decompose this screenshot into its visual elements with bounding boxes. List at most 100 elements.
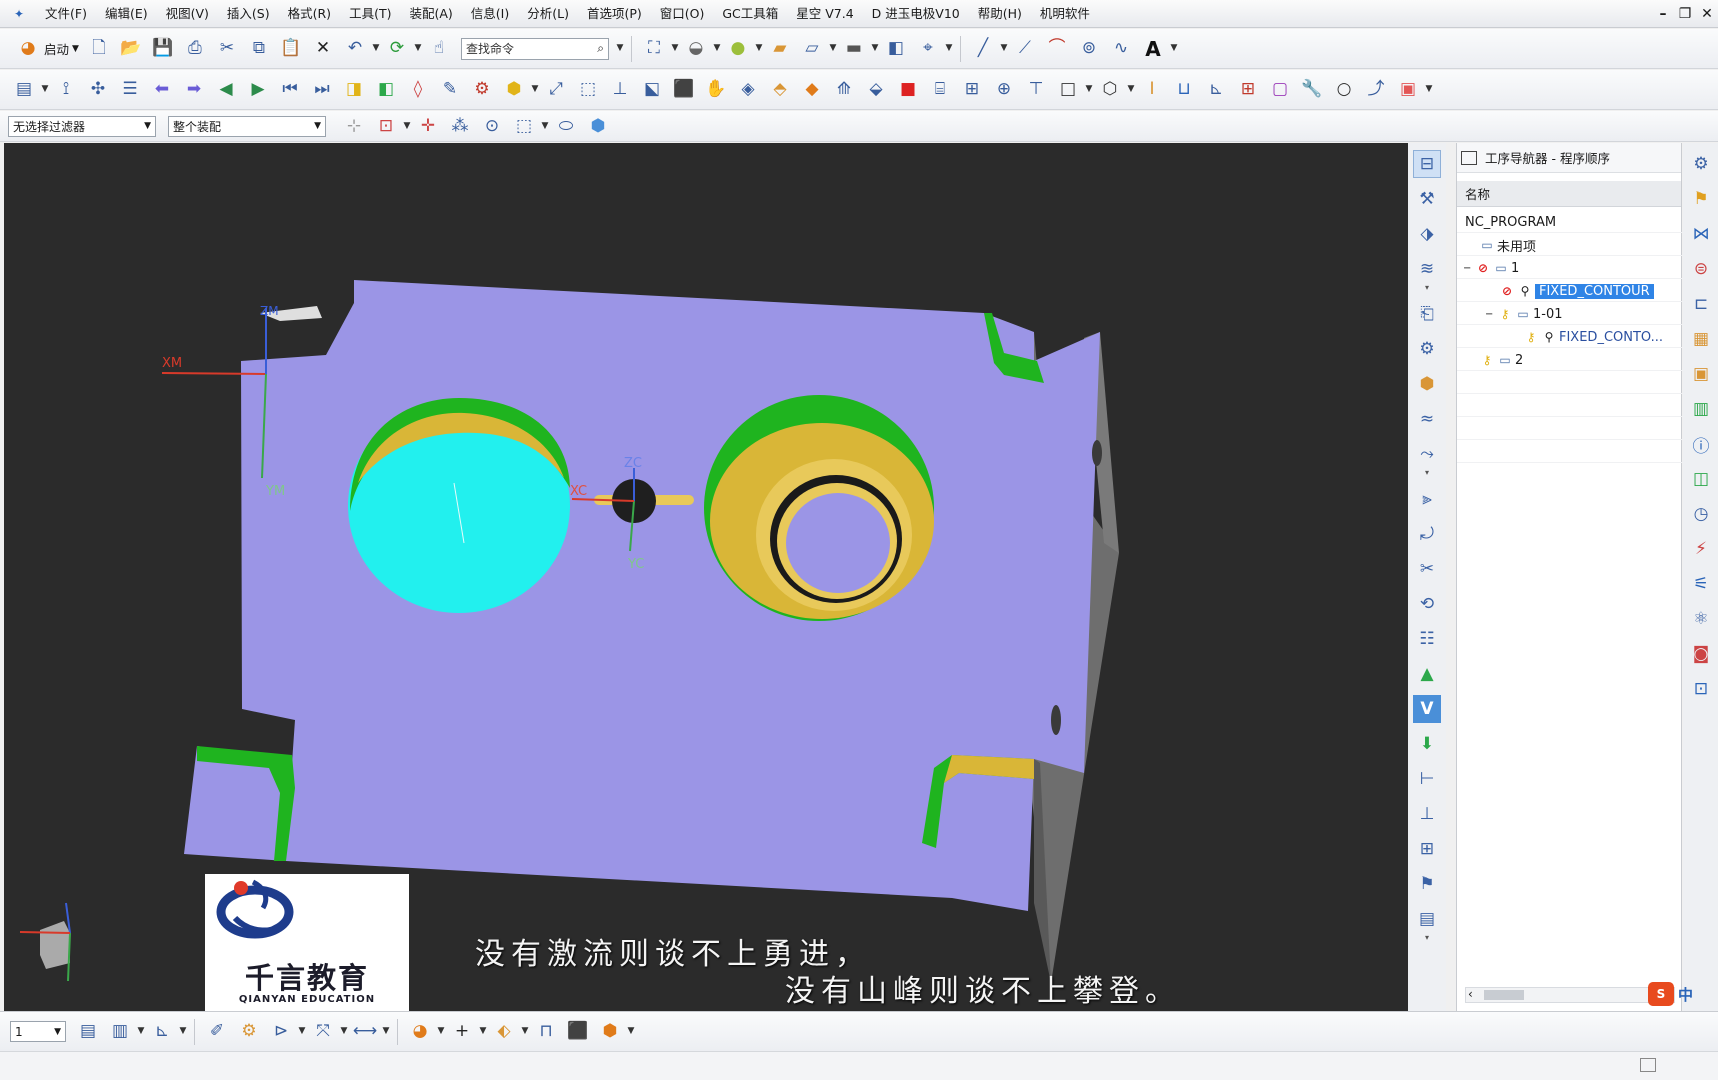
operation-navigator-tab-icon[interactable]: ⊟ xyxy=(1413,150,1441,178)
layout-icon[interactable]: ⊡ xyxy=(1687,675,1715,703)
clock-icon[interactable]: ◷ xyxy=(1687,500,1715,528)
box-select-dropdown-icon[interactable]: ▼ xyxy=(540,112,550,140)
cut-icon[interactable]: ✂ xyxy=(213,35,241,63)
snap-point-icon[interactable]: ⊹ xyxy=(340,112,368,140)
stack-icon[interactable]: ⬖ xyxy=(490,1018,518,1046)
basic-line-icon[interactable]: ⟋ xyxy=(1011,35,1039,63)
line-icon[interactable]: ╱ xyxy=(969,35,997,63)
select-type-icon[interactable]: ⊡ xyxy=(372,112,400,140)
move-to-first-icon[interactable]: ⏮ xyxy=(276,76,304,104)
more-dropdown-icon[interactable]: ▼ xyxy=(1424,76,1434,104)
process-studio-icon[interactable]: ⚛ xyxy=(1687,605,1715,633)
tree-node-program-2[interactable]: ⚷ ▭ 2 xyxy=(1479,349,1524,371)
history-icon[interactable]: ▥ xyxy=(1687,395,1715,423)
render-dropdown-icon[interactable]: ▼ xyxy=(712,35,722,63)
sphere-dropdown-icon[interactable]: ▼ xyxy=(754,35,764,63)
save-icon[interactable]: 💾 xyxy=(149,35,177,63)
wcs-dropdown-icon[interactable]: ▼ xyxy=(178,1018,188,1046)
graphics-viewport[interactable]: XM ZM YM ZC XC YC 千言教育 QIANYAN EDUCATION… xyxy=(4,143,1408,1011)
program-list-icon[interactable]: ☰ xyxy=(116,76,144,104)
surface-icon[interactable]: ⬘ xyxy=(766,76,794,104)
wcs-dynamic-icon[interactable]: ⊾ xyxy=(148,1018,176,1046)
move-select-icon[interactable]: ✛ xyxy=(414,112,442,140)
polygon-icon[interactable]: ⬡ xyxy=(1096,76,1124,104)
search-icon[interactable]: ⌕ xyxy=(597,41,604,56)
ruler-dropdown-icon[interactable]: ▼ xyxy=(381,1018,391,1046)
tree-node-unused[interactable]: ▭ 未用项 xyxy=(1479,234,1536,256)
sogou-ime-icon[interactable]: S xyxy=(1648,982,1674,1006)
copy-icon[interactable]: ⧉ xyxy=(245,35,273,63)
menu-edit[interactable]: 编辑(E) xyxy=(96,0,157,28)
fit-view-icon[interactable]: ⛶ xyxy=(640,35,668,63)
csys-dropdown-icon[interactable]: ▼ xyxy=(944,35,954,63)
extrude-icon[interactable]: ⊥ xyxy=(606,76,634,104)
shaded-sphere-icon[interactable]: ● xyxy=(724,35,752,63)
unite-icon[interactable]: ⊕ xyxy=(990,76,1018,104)
mcs-icon[interactable]: ⟟ xyxy=(52,76,80,104)
create-tool-icon[interactable]: ⚙ xyxy=(1413,335,1441,363)
scale-icon[interactable]: ⬚ xyxy=(574,76,602,104)
close-icon[interactable]: ✕ xyxy=(1696,0,1718,28)
menu-window[interactable]: 窗口(O) xyxy=(651,0,714,28)
blank-icon[interactable]: ⊳ xyxy=(267,1018,295,1046)
layer-settings-icon[interactable]: ▤ xyxy=(74,1018,102,1046)
palette-icon[interactable]: ◫ xyxy=(1687,465,1715,493)
box-icon[interactable]: ⬕ xyxy=(638,76,666,104)
menu-assembly[interactable]: 装配(A) xyxy=(400,0,461,28)
create-method-icon[interactable]: ≈ xyxy=(1413,405,1441,433)
navigator-pin-icon[interactable] xyxy=(1461,150,1477,165)
status-layout-icon[interactable] xyxy=(1640,1058,1656,1072)
selection-filter-select[interactable]: 无选择过滤器 ▼ xyxy=(8,115,156,137)
menu-insert[interactable]: 插入(S) xyxy=(218,0,279,28)
menu-jiming[interactable]: 机明软件 xyxy=(1031,0,1099,28)
web-browser-icon[interactable]: ▣ xyxy=(1687,360,1715,388)
menu-format[interactable]: 格式(R) xyxy=(279,0,340,28)
hand-icon[interactable]: ✋ xyxy=(702,76,730,104)
spline-icon[interactable]: ∿ xyxy=(1107,35,1135,63)
trim-icon[interactable]: ⊞ xyxy=(958,76,986,104)
menu-tools[interactable]: 工具(T) xyxy=(340,0,400,28)
ime-mode-label[interactable]: 中 xyxy=(1678,984,1693,1005)
work-layer-select[interactable]: 1 ▼ xyxy=(10,1021,66,1042)
manufacturing-wizard-icon[interactable]: ◙ xyxy=(1687,640,1715,668)
collapse-toggle-icon[interactable]: − xyxy=(1485,309,1497,320)
list-toolpath-icon[interactable]: ☷ xyxy=(1413,625,1441,653)
orient-view-icon[interactable]: ▱ xyxy=(798,35,826,63)
verify-icon[interactable]: ⟲ xyxy=(1413,590,1441,618)
part-navigator-icon[interactable]: ▤ xyxy=(10,76,38,104)
i-beam-icon[interactable]: Ⅰ xyxy=(1138,76,1166,104)
menu-info[interactable]: 信息(I) xyxy=(462,0,518,28)
scrollbar-thumb[interactable] xyxy=(1484,990,1524,1000)
fit-dropdown-icon[interactable]: ▼ xyxy=(670,35,680,63)
arc-icon[interactable]: ⌒ xyxy=(1043,35,1071,63)
hook-icon[interactable]: ⤴ xyxy=(1362,76,1390,104)
rendering-style-icon[interactable]: ◒ xyxy=(682,35,710,63)
report-icon[interactable]: ⊞ xyxy=(1413,835,1441,863)
search-dropdown-icon[interactable]: ▼ xyxy=(615,35,625,63)
update-dropdown-icon[interactable]: ▼ xyxy=(413,35,423,63)
chevron-down-icon[interactable]: ▾ xyxy=(1425,933,1429,943)
rectangle-icon[interactable]: □ xyxy=(1054,76,1082,104)
assembly-nav-icon[interactable]: ⚑ xyxy=(1687,185,1715,213)
datum-plane-icon[interactable]: ◧ xyxy=(882,35,910,63)
hd3d-icon[interactable]: ▦ xyxy=(1687,325,1715,353)
replay-toolpath-icon[interactable]: ⤾ xyxy=(1413,520,1441,548)
update-icon[interactable]: ⟳ xyxy=(383,35,411,63)
post-process-icon[interactable]: ⬇ xyxy=(1413,730,1441,758)
crosshair-icon[interactable]: + xyxy=(448,1018,476,1046)
step-back-icon[interactable]: ◀ xyxy=(212,76,240,104)
circle-square-icon[interactable]: ▢ xyxy=(1266,76,1294,104)
layer-settings-icon[interactable]: ▰ xyxy=(766,35,794,63)
blue-box-icon[interactable]: ⬛ xyxy=(564,1018,592,1046)
background-dropdown-icon[interactable]: ▼ xyxy=(870,35,880,63)
menu-help[interactable]: 帮助(H) xyxy=(969,0,1031,28)
solid-icon[interactable]: ⬙ xyxy=(862,76,890,104)
text-icon[interactable]: A xyxy=(1139,35,1167,63)
geometry-view-icon[interactable]: ⬗ xyxy=(1413,220,1441,248)
menu-file[interactable]: 文件(F) xyxy=(36,0,96,28)
measure-distance-icon[interactable]: ⤧ xyxy=(309,1018,337,1046)
section-icon[interactable]: ◈ xyxy=(734,76,762,104)
tree-node-nc-program[interactable]: NC_PROGRAM xyxy=(1465,211,1556,233)
document-icon[interactable]: ▤ xyxy=(1413,905,1441,933)
clamp-icon[interactable]: ⊓ xyxy=(532,1018,560,1046)
